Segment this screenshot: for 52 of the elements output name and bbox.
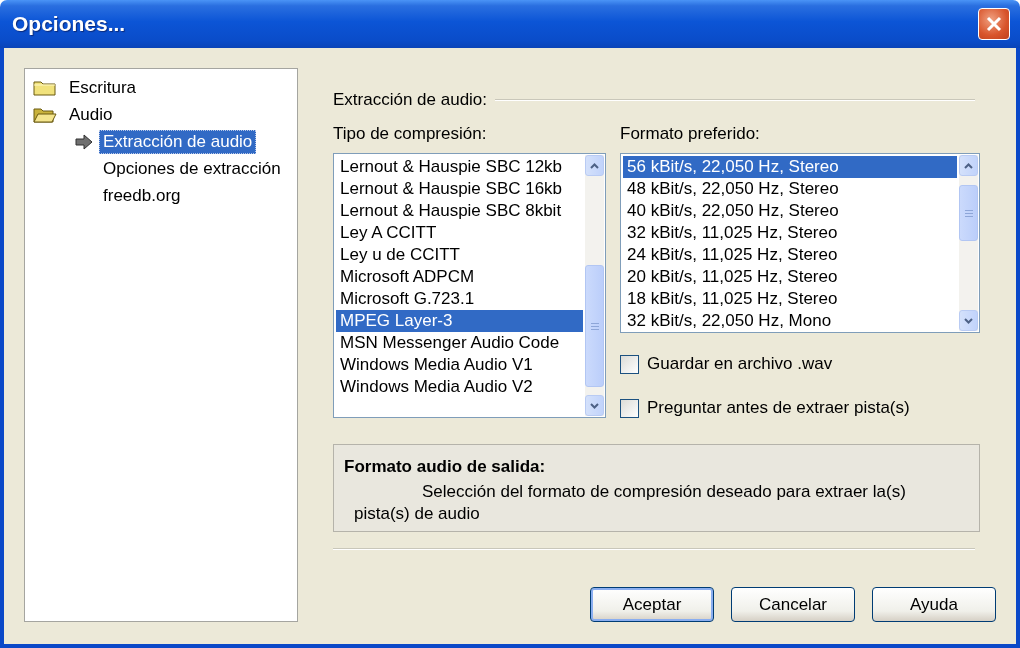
list-item[interactable]: 56 kBit/s, 22,050 Hz, Stereo (623, 156, 957, 178)
scroll-down-button[interactable] (585, 395, 604, 416)
list-item[interactable]: 32 kBit/s, 11,025 Hz, Stereo (623, 222, 957, 244)
tree-item[interactable]: freedb.org (99, 183, 185, 208)
dialog-button[interactable]: Cancelar (731, 587, 855, 622)
close-button[interactable] (978, 8, 1010, 40)
arrow-icon (75, 133, 93, 150)
list-item[interactable]: Windows Media Audio V1 (336, 354, 583, 376)
list-item[interactable]: 20 kBit/s, 11,025 Hz, Stereo (623, 266, 957, 288)
checkbox-label: Preguntar antes de extraer pista(s) (647, 398, 910, 418)
info-title: Formato audio de salida: (344, 457, 547, 477)
chevron-up-icon (964, 162, 973, 169)
list-item[interactable]: 18 kBit/s, 11,025 Hz, Stereo (623, 288, 957, 310)
scroll-up-button[interactable] (959, 155, 978, 176)
list-label: Tipo de compresión: (333, 124, 488, 144)
checkbox-label: Guardar en archivo .wav (647, 354, 833, 374)
scroll-down-button[interactable] (959, 310, 978, 331)
checkbox[interactable] (620, 354, 639, 374)
list-item[interactable]: 24 kBit/s, 11,025 Hz, Stereo (623, 244, 957, 266)
list-label: Formato preferido: (620, 124, 761, 144)
list-item[interactable]: 48 kBit/s, 22,050 Hz, Stereo (623, 178, 957, 200)
list-item[interactable]: Lernout & Hauspie SBC 12kb (336, 156, 583, 178)
scroll-thumb[interactable] (959, 185, 978, 241)
list-item[interactable]: Lernout & Hauspie SBC 16kb (336, 178, 583, 200)
chevron-down-icon (590, 402, 599, 409)
checkbox[interactable] (620, 398, 639, 418)
dialog-button[interactable]: Aceptar (590, 587, 714, 622)
list-item[interactable]: Ley u de CCITT (336, 244, 583, 266)
window-title: Opciones... (12, 12, 126, 36)
list-item[interactable]: MSN Messenger Audio Code (336, 332, 583, 354)
list-item[interactable]: 32 kBit/s, 22,050 Hz, Mono (623, 310, 957, 332)
tree-item[interactable]: Opciones de extracción (99, 156, 285, 181)
list-item[interactable]: Windows Media Audio V2 (336, 376, 583, 398)
grip-icon (964, 209, 973, 217)
list-item[interactable]: Microsoft ADPCM (336, 266, 583, 288)
tree-item[interactable]: Escritura (65, 75, 141, 100)
list-item[interactable]: Microsoft G.723.1 (336, 288, 583, 310)
scroll-up-button[interactable] (585, 155, 604, 176)
list-item[interactable]: MPEG Layer-3 (336, 310, 583, 332)
chevron-up-icon (590, 162, 599, 169)
list-item[interactable]: Ley A CCITT (336, 222, 583, 244)
grip-icon (590, 322, 599, 330)
list-item[interactable]: Lernout & Hauspie SBC 8kbit (336, 200, 583, 222)
chevron-down-icon (964, 317, 973, 324)
dialog-button[interactable]: Ayuda (872, 587, 996, 622)
list-item[interactable]: 40 kBit/s, 22,050 Hz, Stereo (623, 200, 957, 222)
tree-item[interactable]: Extracción de audio (99, 129, 257, 154)
tree-item[interactable]: Audio (65, 102, 117, 127)
scroll-thumb[interactable] (585, 265, 604, 387)
info-description: Selección del formato de compresión deseado para extraer la(s) pista(s) de audio (353, 481, 907, 525)
section-title: Extracción de audio: (333, 90, 488, 110)
close-icon (986, 16, 1002, 32)
